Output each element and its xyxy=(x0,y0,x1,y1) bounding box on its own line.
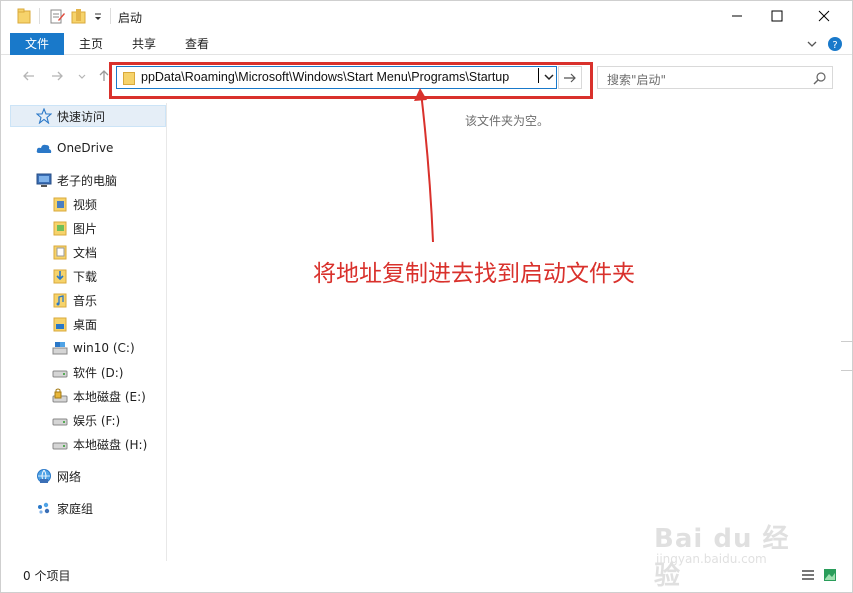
star-icon xyxy=(36,108,52,124)
large-icons-view-icon[interactable] xyxy=(823,568,837,582)
navigation-bar: ppData\Roaming\Microsoft\Windows\Start M… xyxy=(1,61,852,101)
item-count: 0 个项目 xyxy=(23,569,71,583)
sidebar-item-label: 桌面 xyxy=(73,317,98,332)
sidebar-item-drive-e[interactable]: 本地磁盘 (E:) xyxy=(1,385,167,407)
sidebar-item-downloads[interactable]: 下载 xyxy=(1,265,167,287)
sidebar-item-label: 本地磁盘 (E:) xyxy=(73,389,146,404)
watermark: Bai du 经验 jingyan.baidu.com xyxy=(646,516,816,591)
search-input[interactable]: 搜索"启动" xyxy=(597,66,833,89)
cloud-icon xyxy=(36,140,52,156)
desktop-folder-icon xyxy=(52,316,68,332)
annotation-text: 将地址复制进去找到启动文件夹 xyxy=(313,261,635,287)
sidebar-item-this-pc[interactable]: 老子的电脑 xyxy=(1,169,167,191)
sidebar-item-label: 图片 xyxy=(73,221,98,236)
sidebar-item-label: OneDrive xyxy=(57,141,114,155)
address-bar[interactable]: ppData\Roaming\Microsoft\Windows\Start M… xyxy=(116,66,557,89)
title-bar: 启动 xyxy=(1,1,852,31)
sidebar-item-quick-access[interactable]: 快速访问 xyxy=(10,105,166,127)
folder-icon xyxy=(123,72,135,85)
sidebar-item-drive-d[interactable]: 软件 (D:) xyxy=(1,361,167,383)
close-icon xyxy=(818,10,830,22)
sidebar-item-label: win10 (C:) xyxy=(73,341,135,355)
go-arrow-icon xyxy=(564,73,576,82)
help-icon[interactable]: ? xyxy=(827,36,843,52)
document-folder-icon xyxy=(52,244,68,260)
go-button[interactable] xyxy=(558,66,582,89)
sidebar-item-label: 文档 xyxy=(73,245,98,260)
tab-file[interactable]: 文件 xyxy=(10,33,64,55)
back-button[interactable] xyxy=(20,69,38,87)
sidebar-item-label: 快速访问 xyxy=(57,109,106,124)
sidebar-item-pictures[interactable]: 图片 xyxy=(1,217,167,239)
forward-arrow-icon xyxy=(52,71,63,81)
sidebar-item-drive-c[interactable]: win10 (C:) xyxy=(1,337,167,359)
sidebar-item-drive-h[interactable]: 本地磁盘 (H:) xyxy=(1,433,167,455)
watermark-url: jingyan.baidu.com xyxy=(656,552,767,566)
tab-view[interactable]: 查看 xyxy=(174,33,220,55)
new-folder-icon[interactable] xyxy=(71,8,87,24)
close-button[interactable] xyxy=(801,1,847,31)
music-folder-icon xyxy=(52,292,68,308)
customize-toolbar-icon[interactable] xyxy=(93,8,103,24)
minimize-icon xyxy=(732,15,742,17)
sidebar-item-label: 老子的电脑 xyxy=(57,173,118,188)
address-path[interactable]: ppData\Roaming\Microsoft\Windows\Start M… xyxy=(141,70,509,84)
tab-share[interactable]: 共享 xyxy=(120,33,168,55)
separator xyxy=(39,8,40,24)
sidebar-item-label: 网络 xyxy=(57,469,82,484)
sidebar-item-onedrive[interactable]: OneDrive xyxy=(1,137,167,159)
svg-text:?: ? xyxy=(832,40,837,51)
maximize-icon xyxy=(771,10,783,22)
video-folder-icon xyxy=(52,196,68,212)
drive-icon xyxy=(52,412,68,428)
system-drive-icon xyxy=(52,340,68,356)
sidebar-item-drive-f[interactable]: 娱乐 (F:) xyxy=(1,409,167,431)
sidebar-item-label: 视频 xyxy=(73,197,98,212)
empty-folder-message: 该文件夹为空。 xyxy=(465,114,550,128)
forward-button[interactable] xyxy=(48,69,66,87)
tab-home[interactable]: 主页 xyxy=(68,33,114,55)
properties-icon[interactable] xyxy=(49,8,65,24)
address-dropdown-button[interactable] xyxy=(541,67,557,87)
window-title: 启动 xyxy=(118,11,143,25)
separator xyxy=(110,8,111,24)
network-icon xyxy=(36,468,52,484)
sidebar-item-desktop[interactable]: 桌面 xyxy=(1,313,167,335)
chevron-down-icon xyxy=(78,74,86,79)
computer-icon xyxy=(36,172,52,188)
chevron-down-icon xyxy=(544,74,554,81)
maximize-button[interactable] xyxy=(754,1,800,31)
expand-ribbon-icon[interactable] xyxy=(804,36,820,52)
drive-icon xyxy=(52,436,68,452)
explorer-window: 启动 文件 主页 共享 查看 ? ppData\Roaming\Microsof… xyxy=(0,0,853,593)
sidebar-item-label: 软件 (D:) xyxy=(73,365,124,380)
search-placeholder: 搜索"启动" xyxy=(607,73,667,87)
homegroup-icon xyxy=(36,500,52,516)
navigation-pane: 快速访问 OneDrive 老子的电脑 视频 图片 文档 下载 音乐 桌面 wi… xyxy=(1,103,167,561)
sidebar-item-videos[interactable]: 视频 xyxy=(1,193,167,215)
back-arrow-icon xyxy=(23,71,34,81)
sidebar-item-documents[interactable]: 文档 xyxy=(1,241,167,263)
sidebar-item-label: 音乐 xyxy=(73,293,98,308)
folder-icon xyxy=(17,8,31,24)
drive-icon xyxy=(52,364,68,380)
sidebar-item-music[interactable]: 音乐 xyxy=(1,289,167,311)
sidebar-item-label: 娱乐 (F:) xyxy=(73,413,121,428)
sidebar-item-label: 家庭组 xyxy=(57,501,94,516)
search-icon[interactable] xyxy=(813,71,827,85)
ribbon-tabs: 文件 主页 共享 查看 ? xyxy=(1,33,852,55)
text-cursor xyxy=(538,68,539,83)
picture-folder-icon xyxy=(52,220,68,236)
background-window-edge xyxy=(841,341,853,371)
sidebar-item-network[interactable]: 网络 xyxy=(1,465,167,487)
locked-drive-icon xyxy=(52,388,68,404)
sidebar-item-label: 下载 xyxy=(73,269,98,284)
sidebar-item-homegroup[interactable]: 家庭组 xyxy=(1,497,167,519)
download-folder-icon xyxy=(52,268,68,284)
recent-locations-button[interactable] xyxy=(73,69,91,87)
sidebar-item-label: 本地磁盘 (H:) xyxy=(73,437,148,452)
